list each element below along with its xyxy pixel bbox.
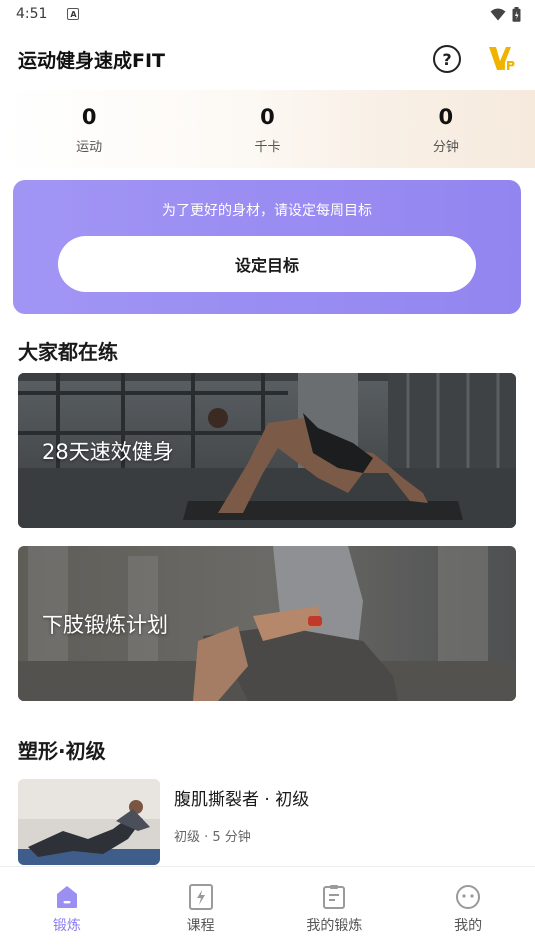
app-title: 运动健身速成FIT: [18, 49, 166, 72]
stat-exercise: 0 运动: [0, 90, 178, 168]
stat-value: 0: [260, 104, 275, 129]
weekly-goal-card: 为了更好的身材，请设定每周目标 设定目标: [13, 180, 521, 314]
stat-label: 运动: [76, 139, 103, 155]
nav-tab-workout[interactable]: 锻炼: [0, 867, 134, 951]
course-thumbnail: [18, 779, 160, 865]
nav-label: 我的锻炼: [306, 918, 363, 934]
plan-card-lower-body[interactable]: 下肢锻炼计划: [18, 546, 516, 701]
stats-summary: 0 运动 0 千卡 0 分钟: [0, 90, 535, 168]
battery-icon: [512, 6, 521, 22]
section-title-popular: 大家都在练: [18, 340, 118, 364]
nav-tab-profile[interactable]: 我的: [401, 867, 535, 951]
stat-minutes: 0 分钟: [357, 90, 535, 168]
vip-button[interactable]: [487, 44, 517, 74]
stat-value: 0: [438, 104, 454, 129]
goal-prompt: 为了更好的身材，请设定每周目标: [162, 203, 372, 219]
course-info: 腹肌撕裂者 · 初级 初级 · 5 分钟: [174, 779, 309, 867]
notification-a-icon: A: [67, 8, 80, 20]
bottom-nav: 锻炼 课程 我的锻炼 我的: [0, 866, 535, 951]
nav-tab-my-workouts[interactable]: 我的锻炼: [268, 867, 402, 951]
course-meta: 初级 · 5 分钟: [174, 830, 251, 845]
section-title-shaping: 塑形·初级: [18, 739, 106, 763]
nav-label: 我的: [454, 918, 483, 934]
help-icon: ?: [442, 49, 452, 69]
face-icon: [456, 885, 481, 909]
stat-label: 千卡: [254, 139, 281, 155]
header-actions: ?: [433, 44, 517, 74]
vip-icon: [489, 47, 515, 70]
home-icon: [56, 886, 77, 908]
plan-label: 28天速效健身: [42, 439, 174, 464]
course-title: 腹肌撕裂者 · 初级: [174, 790, 310, 810]
set-goal-button[interactable]: 设定目标: [58, 236, 476, 292]
course-item[interactable]: 腹肌撕裂者 · 初级 初级 · 5 分钟: [18, 779, 518, 867]
app-header: 运动健身速成FIT ?: [0, 36, 535, 82]
plan-card-28-day[interactable]: 28天速效健身: [18, 373, 516, 528]
clipboard-icon: [323, 885, 346, 909]
stat-value: 0: [81, 104, 97, 129]
nav-tab-courses[interactable]: 课程: [134, 867, 268, 951]
status-time: 4:51: [16, 6, 48, 22]
help-button[interactable]: ?: [433, 45, 461, 73]
wifi-icon: [490, 8, 506, 20]
course-image-crunch: [18, 779, 160, 865]
status-indicators: [490, 6, 521, 22]
stat-calories: 0 千卡: [178, 90, 356, 168]
stat-label: 分钟: [432, 139, 459, 155]
status-bar: 4:51 A: [0, 0, 535, 28]
plan-label: 下肢锻炼计划: [42, 612, 168, 637]
lightning-card-icon: [188, 884, 213, 910]
nav-label: 锻炼: [52, 918, 81, 934]
nav-label: 课程: [186, 918, 215, 934]
